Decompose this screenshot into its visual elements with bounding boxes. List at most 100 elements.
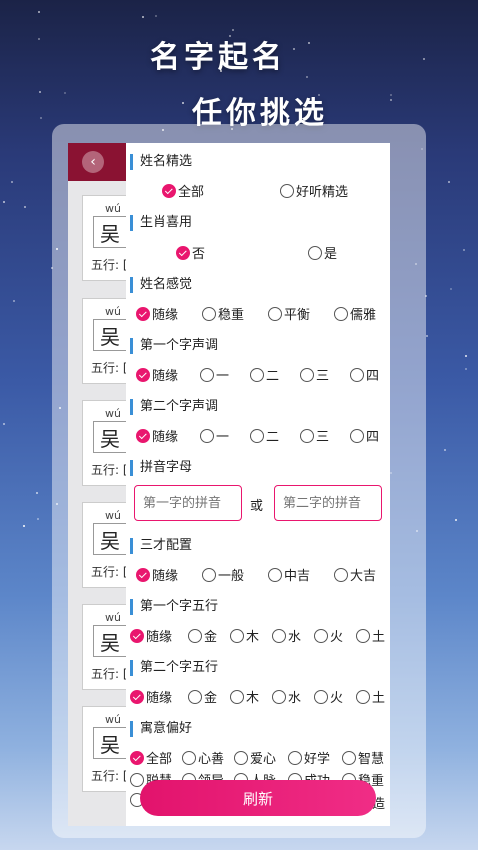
radio-icon	[188, 689, 202, 704]
first-pinyin-input[interactable]	[134, 485, 242, 521]
option-meaning-all[interactable]: 全部	[130, 748, 172, 767]
radio-icon	[350, 428, 364, 443]
name-card[interactable]: wú 吴 五行: [	[82, 502, 128, 588]
name-card-pinyin: wú	[105, 509, 121, 522]
name-card-pinyin: wú	[105, 611, 121, 624]
radio-icon	[300, 428, 314, 443]
results-page-underlay: ‹ wú 吴 五行: [ wú 吴 五行: [ wú 吴 五行: [ wú 吴 …	[68, 143, 128, 826]
option-name-selection-all[interactable]: 全部	[162, 181, 204, 200]
section-title-wuxing1: 第一个字五行	[130, 599, 218, 615]
section-title-tone1: 第一个字声调	[130, 338, 218, 354]
option-label: 水	[288, 691, 302, 706]
option-wuxing2-1[interactable]: 金	[188, 687, 217, 706]
refresh-button[interactable]: 刷新	[140, 780, 376, 816]
radio-icon	[272, 628, 286, 643]
star	[465, 368, 467, 370]
star	[465, 355, 467, 357]
option-label: 土	[372, 630, 386, 645]
option-sancai-3[interactable]: 大吉	[334, 565, 376, 584]
back-icon[interactable]: ‹	[82, 151, 104, 173]
option-meaning-1[interactable]: 心善	[182, 748, 224, 767]
option-label: 智慧	[358, 752, 385, 767]
option-tone2-0[interactable]: 随缘	[136, 426, 178, 445]
option-label: 全部	[178, 185, 205, 200]
option-wuxing2-5[interactable]: 土	[356, 687, 385, 706]
star	[36, 492, 38, 494]
option-meaning-3[interactable]: 好学	[288, 748, 330, 767]
radio-icon	[188, 628, 202, 643]
second-pinyin-input[interactable]	[274, 485, 382, 521]
star	[155, 15, 157, 17]
option-sancai-2[interactable]: 中吉	[268, 565, 310, 584]
option-tone1-1[interactable]: 一	[200, 365, 229, 384]
name-card[interactable]: wú 吴 五行: [	[82, 298, 128, 384]
option-wuxing2-3[interactable]: 水	[272, 687, 301, 706]
name-card[interactable]: wú 吴 五行: [	[82, 604, 128, 690]
option-tone1-3[interactable]: 三	[300, 365, 329, 384]
option-wuxing2-0[interactable]: 随缘	[130, 687, 172, 706]
option-tone1-2[interactable]: 二	[250, 365, 279, 384]
option-label: 金	[204, 630, 218, 645]
star	[24, 206, 26, 208]
option-label: 随缘	[146, 630, 173, 645]
filter-sheet: 姓名精选 全部 好听精选 生肖喜用 否 是 姓名感觉 随缘 稳重 平衡 儒雅 第…	[126, 143, 390, 826]
radio-icon	[342, 750, 356, 765]
option-sancai-0[interactable]: 随缘	[136, 565, 178, 584]
name-card-wuxing: 五行: [	[91, 565, 128, 579]
option-wuxing1-2[interactable]: 木	[230, 626, 259, 645]
option-feeling-1[interactable]: 稳重	[202, 304, 244, 323]
option-meaning-4[interactable]: 智慧	[342, 748, 384, 767]
name-card[interactable]: wú 吴 五行: [	[82, 195, 128, 281]
name-card-pinyin: wú	[105, 202, 121, 215]
option-tone2-4[interactable]: 四	[350, 426, 379, 445]
option-feeling-3[interactable]: 儒雅	[334, 304, 376, 323]
radio-icon	[308, 245, 322, 260]
radio-icon	[350, 367, 364, 382]
option-name-selection-nice[interactable]: 好听精选	[280, 181, 348, 200]
radio-icon	[130, 628, 144, 643]
option-label: 是	[324, 247, 338, 262]
option-wuxing1-3[interactable]: 水	[272, 626, 301, 645]
option-zodiac-yes[interactable]: 是	[308, 243, 337, 262]
option-wuxing1-4[interactable]: 火	[314, 626, 343, 645]
option-tone2-3[interactable]: 三	[300, 426, 329, 445]
option-label: 大吉	[350, 569, 377, 584]
radio-icon	[202, 306, 216, 321]
option-tone1-0[interactable]: 随缘	[136, 365, 178, 384]
option-tone2-2[interactable]: 二	[250, 426, 279, 445]
radio-icon	[234, 750, 248, 765]
option-tone2-1[interactable]: 一	[200, 426, 229, 445]
section-title-name-selection: 姓名精选	[130, 154, 192, 170]
option-sancai-1[interactable]: 一般	[202, 565, 244, 584]
section-title-zodiac: 生肖喜用	[130, 215, 192, 231]
star	[39, 91, 41, 93]
option-feeling-2[interactable]: 平衡	[268, 304, 310, 323]
radio-icon	[356, 628, 370, 643]
option-wuxing2-2[interactable]: 木	[230, 687, 259, 706]
star	[293, 48, 295, 50]
option-tone1-4[interactable]: 四	[350, 365, 379, 384]
name-card[interactable]: wú 吴 五行: [	[82, 706, 128, 792]
star	[444, 449, 446, 451]
option-label: 全部	[146, 752, 173, 767]
option-feeling-0[interactable]: 随缘	[136, 304, 178, 323]
option-wuxing1-5[interactable]: 土	[356, 626, 385, 645]
option-wuxing2-4[interactable]: 火	[314, 687, 343, 706]
option-wuxing1-0[interactable]: 随缘	[130, 626, 172, 645]
option-meaning-2[interactable]: 爱心	[234, 748, 276, 767]
radio-icon	[200, 428, 214, 443]
option-label: 金	[204, 691, 218, 706]
star	[308, 42, 310, 44]
option-zodiac-no[interactable]: 否	[176, 243, 205, 262]
radio-icon	[250, 367, 264, 382]
radio-icon	[230, 689, 244, 704]
option-wuxing1-1[interactable]: 金	[188, 626, 217, 645]
star	[38, 38, 40, 40]
option-label: 一	[216, 369, 230, 384]
option-label: 随缘	[152, 430, 179, 445]
star	[426, 335, 428, 337]
radio-icon	[356, 689, 370, 704]
name-card[interactable]: wú 吴 五行: [	[82, 400, 128, 486]
slogan-line-1: 名字起名	[150, 40, 286, 75]
section-title-meaning: 寓意偏好	[130, 721, 192, 737]
